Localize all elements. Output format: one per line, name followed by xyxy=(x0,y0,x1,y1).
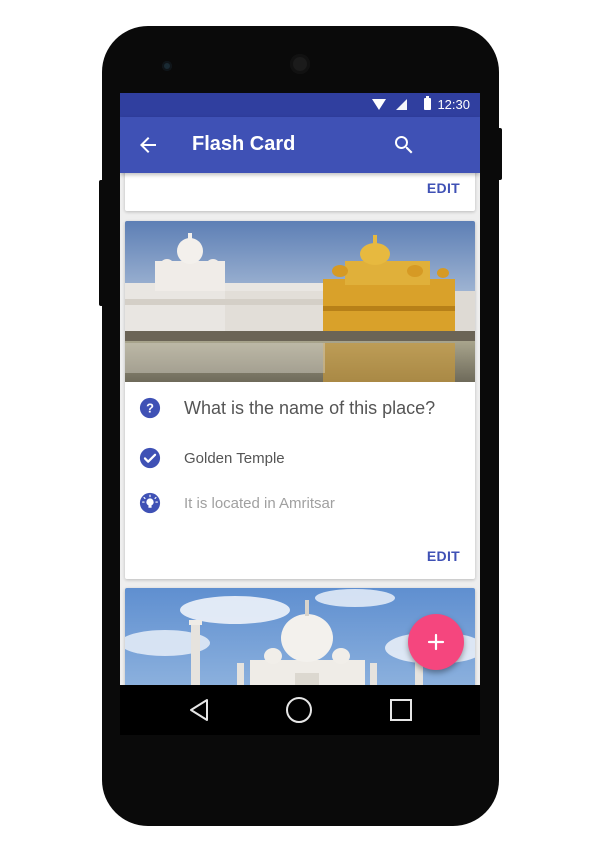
edit-button[interactable]: EDIT xyxy=(427,180,460,196)
app-bar: Flash Card xyxy=(120,117,480,173)
plus-icon xyxy=(427,633,445,651)
lightbulb-icon xyxy=(139,492,161,514)
search-icon[interactable] xyxy=(392,133,416,157)
question-row: ? What is the name of this place? xyxy=(139,397,435,419)
flash-card: ? What is the name of this place? Golden… xyxy=(125,221,475,579)
hint-text: It is located in Amritsar xyxy=(184,494,335,512)
navigation-bar xyxy=(120,685,480,735)
answer-row: Golden Temple xyxy=(139,447,285,469)
nav-back-icon[interactable] xyxy=(188,698,210,722)
golden-temple-image xyxy=(125,221,475,382)
power-button xyxy=(497,128,502,180)
battery-icon xyxy=(424,96,431,110)
question-text: What is the name of this place? xyxy=(184,397,436,418)
page-title: Flash Card xyxy=(192,133,296,155)
check-icon xyxy=(139,447,161,469)
svg-text:?: ? xyxy=(146,401,154,416)
wifi-icon xyxy=(372,99,386,110)
add-card-button[interactable] xyxy=(408,614,464,670)
status-bar: 12:30 xyxy=(120,93,480,117)
screen: 12:30 Flash Card EDIT ? What is the name… xyxy=(120,93,480,735)
back-arrow-icon[interactable] xyxy=(136,133,160,157)
front-camera xyxy=(162,61,172,71)
nav-home-icon[interactable] xyxy=(286,697,312,723)
signal-icon xyxy=(396,99,407,110)
volume-button xyxy=(99,180,104,306)
card-list[interactable]: EDIT ? What is the name of this place? G… xyxy=(120,173,480,685)
edit-button[interactable]: EDIT xyxy=(427,548,460,564)
flash-card: EDIT xyxy=(125,173,475,211)
nav-recent-icon[interactable] xyxy=(390,699,412,721)
answer-text: Golden Temple xyxy=(184,449,285,467)
question-icon: ? xyxy=(139,397,161,419)
earpiece-speaker xyxy=(290,54,310,74)
status-time: 12:30 xyxy=(437,97,470,112)
hint-row: It is located in Amritsar xyxy=(139,492,335,514)
